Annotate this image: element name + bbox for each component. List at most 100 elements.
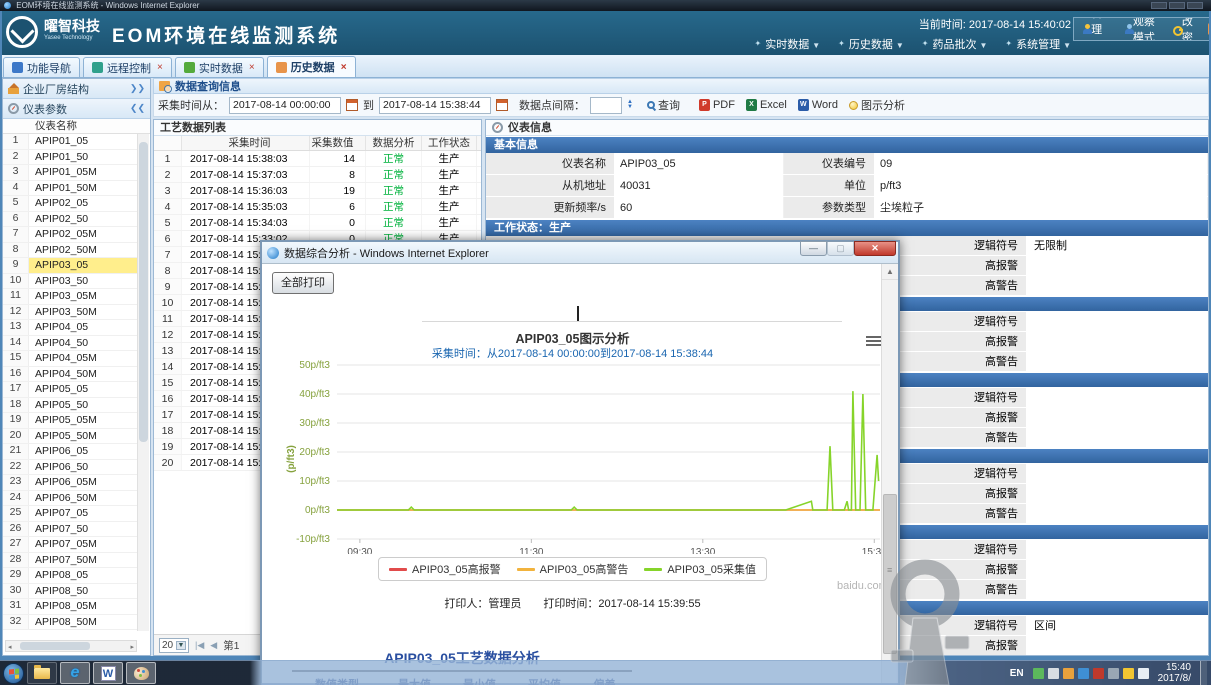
chart-legend[interactable]: APIP03_05高报警APIP03_05高警告APIP03_05采集值	[262, 557, 883, 581]
from-date-input[interactable]	[229, 97, 341, 114]
calendar-icon[interactable]	[346, 99, 358, 111]
table-row[interactable]: 52017-08-14 15:34:030正常生产	[154, 215, 481, 231]
list-item[interactable]: 15APIP04_05M	[3, 351, 139, 367]
scroll-up-icon[interactable]: ▲	[882, 264, 898, 280]
list-item[interactable]: 1APIP01_05	[3, 134, 139, 150]
list-item[interactable]: 28APIP07_50M	[3, 553, 139, 569]
sidebar-section-plant[interactable]: 企业厂房结构 ❯❯	[3, 79, 150, 99]
list-item[interactable]: 11APIP03_05M	[3, 289, 139, 305]
list-item[interactable]: 21APIP06_05	[3, 444, 139, 460]
network-icon[interactable]	[1078, 668, 1089, 679]
list-item[interactable]: 27APIP07_05M	[3, 537, 139, 553]
list-item[interactable]: 24APIP06_50M	[3, 491, 139, 507]
list-item[interactable]: 4APIP01_50M	[3, 181, 139, 197]
table-row[interactable]: 12017-08-14 15:38:0314正常生产	[154, 151, 481, 167]
sidebar-section-params[interactable]: 仪表参数 ❯❯	[3, 99, 150, 119]
media-icon[interactable]	[1063, 668, 1074, 679]
list-item[interactable]: 20APIP05_50M	[3, 429, 139, 445]
tab-远程控制[interactable]: 远程控制×	[83, 57, 172, 77]
taskbar-explorer-button[interactable]	[27, 662, 57, 684]
start-button[interactable]	[3, 663, 24, 684]
list-item[interactable]: 5APIP02_05	[3, 196, 139, 212]
table-row[interactable]: 32017-08-14 15:36:0319正常生产	[154, 183, 481, 199]
taskbar-word-button[interactable]: W	[93, 662, 123, 684]
list-item[interactable]: 18APIP05_50	[3, 398, 139, 414]
taskbar-clock[interactable]: 15:402017/8/	[1158, 662, 1191, 684]
list-item[interactable]: 3APIP01_05M	[3, 165, 139, 181]
prev-page-icon[interactable]: ◀	[210, 640, 217, 651]
top-menu-历史数据[interactable]: ✦历史数据▼	[838, 36, 904, 52]
spinner-icon[interactable]: ▲▼	[627, 100, 633, 110]
scrollbar-thumb[interactable]	[139, 142, 148, 442]
list-item[interactable]: 32APIP08_50M	[3, 615, 139, 631]
language-indicator[interactable]: EN	[1010, 668, 1024, 679]
taskbar-paint-button[interactable]	[126, 662, 156, 684]
chevron-down-icon[interactable]: ❯❯	[130, 83, 145, 94]
change-password-button[interactable]: 改密	[1170, 17, 1199, 41]
line-chart[interactable]: 50p/ft340p/ft330p/ft320p/ft310p/ft30p/ft…	[262, 264, 883, 554]
popup-close-button[interactable]: ✕	[854, 241, 896, 256]
volume-alert-icon[interactable]	[1093, 668, 1104, 679]
to-date-input[interactable]	[379, 97, 491, 114]
excel-export-button[interactable]: XExcel	[743, 99, 790, 111]
usb-icon[interactable]	[1108, 668, 1119, 679]
speaker-icon[interactable]	[1138, 668, 1149, 679]
list-item[interactable]: 25APIP07_05	[3, 506, 139, 522]
table-row[interactable]: 42017-08-14 15:35:036正常生产	[154, 199, 481, 215]
tab-历史数据[interactable]: 历史数据×	[267, 56, 356, 77]
list-item[interactable]: 30APIP08_50	[3, 584, 139, 600]
show-desktop-button[interactable]	[1200, 661, 1207, 685]
popup-minimize-button[interactable]: —	[800, 241, 827, 256]
list-item[interactable]: 17APIP05_05	[3, 382, 139, 398]
list-item[interactable]: 23APIP06_05M	[3, 475, 139, 491]
observe-mode-button[interactable]: 观察模式	[1122, 17, 1161, 41]
list-item[interactable]: 12APIP03_50M	[3, 305, 139, 321]
window-controls[interactable]	[1151, 2, 1203, 9]
chart-analysis-button[interactable]: 图示分析	[846, 97, 908, 113]
top-menu-系统管理[interactable]: ✦系统管理▼	[1005, 36, 1071, 52]
tab-实时数据[interactable]: 实时数据×	[175, 57, 264, 77]
table-row[interactable]: 22017-08-14 15:37:038正常生产	[154, 167, 481, 183]
tab-close-icon[interactable]: ×	[157, 62, 163, 73]
scrollbar-thumb[interactable]	[20, 642, 90, 650]
legend-item-APIP03_05采集值[interactable]: APIP03_05采集值	[644, 561, 756, 577]
security-warning-icon[interactable]	[1123, 668, 1134, 679]
sidebar-horizontal-scrollbar[interactable]: ◂ ▸	[5, 640, 137, 652]
list-item[interactable]: 7APIP02_05M	[3, 227, 139, 243]
list-item[interactable]: 13APIP04_05	[3, 320, 139, 336]
admin-button[interactable]: 管理员	[1080, 17, 1113, 41]
legend-item-APIP03_05高警告[interactable]: APIP03_05高警告	[517, 561, 629, 577]
tab-close-icon[interactable]: ×	[249, 62, 255, 73]
top-menu-药品批次[interactable]: ✦药品批次▼	[922, 36, 988, 52]
list-item[interactable]: 14APIP04_50	[3, 336, 139, 352]
chevron-up-icon[interactable]: ❯❯	[130, 103, 145, 114]
list-item[interactable]: 2APIP01_50	[3, 150, 139, 166]
page-size-select[interactable]: 20▼	[159, 638, 189, 653]
list-item[interactable]: 16APIP04_50M	[3, 367, 139, 383]
first-page-icon[interactable]: |◀	[195, 640, 204, 651]
sidebar-vertical-scrollbar[interactable]	[137, 134, 149, 631]
list-item[interactable]: 10APIP03_50	[3, 274, 139, 290]
list-item[interactable]: 26APIP07_50	[3, 522, 139, 538]
interval-input[interactable]	[590, 97, 622, 114]
list-item[interactable]: 19APIP05_05M	[3, 413, 139, 429]
word-export-button[interactable]: WWord	[795, 99, 841, 111]
clipboard-icon[interactable]	[1033, 668, 1044, 679]
scroll-left-icon[interactable]: ◂	[8, 643, 12, 651]
taskbar-ie-button[interactable]: e	[60, 662, 90, 684]
list-item[interactable]: 29APIP08_05	[3, 568, 139, 584]
search-button[interactable]: 查询	[644, 97, 683, 113]
window-icon[interactable]	[1048, 668, 1059, 679]
popup-titlebar[interactable]: 数据综合分析 - Windows Internet Explorer — ▢ ✕	[262, 242, 898, 264]
list-item[interactable]: 8APIP02_50M	[3, 243, 139, 259]
list-item[interactable]: 6APIP02_50	[3, 212, 139, 228]
calendar-icon[interactable]	[496, 99, 508, 111]
list-item[interactable]: 9APIP03_05	[3, 258, 139, 274]
top-menu-实时数据[interactable]: ✦实时数据▼	[755, 36, 821, 52]
list-item[interactable]: 22APIP06_50	[3, 460, 139, 476]
scroll-right-icon[interactable]: ▸	[130, 643, 134, 651]
tab-close-icon[interactable]: ×	[341, 62, 347, 73]
list-item[interactable]: 31APIP08_05M	[3, 599, 139, 615]
pdf-export-button[interactable]: PPDF	[696, 99, 738, 111]
tab-功能导航[interactable]: 功能导航	[3, 57, 80, 77]
